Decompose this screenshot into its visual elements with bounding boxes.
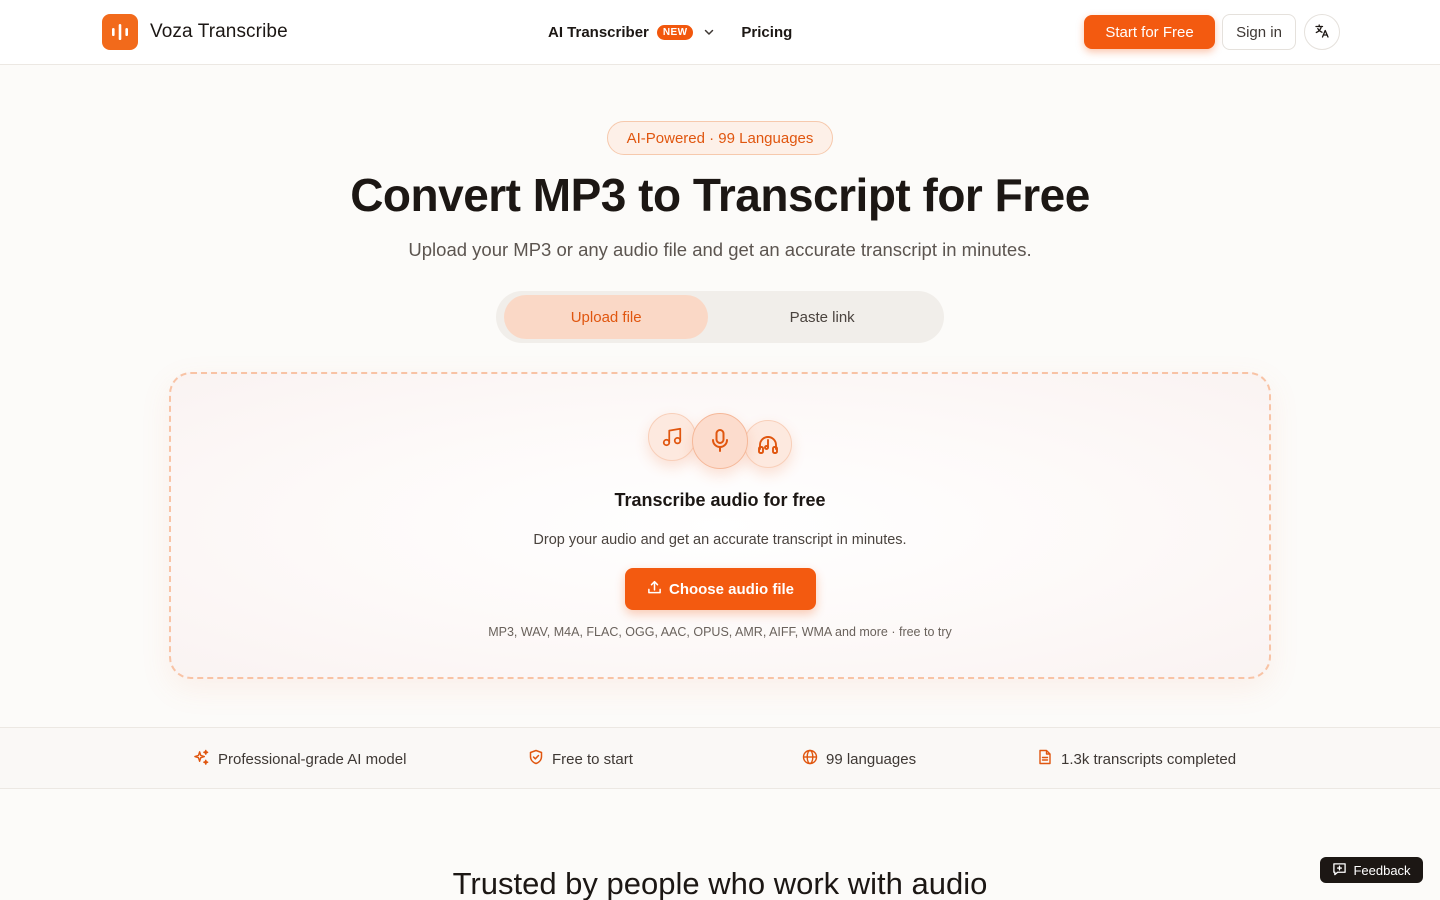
- feature-item: Professional-grade AI model: [193, 728, 406, 790]
- brand-logo[interactable]: Voza Transcribe: [102, 14, 288, 50]
- language-button[interactable]: [1304, 14, 1340, 50]
- input-mode-tabs: Upload file Paste link: [496, 291, 944, 343]
- trusted-heading: Trusted by people who work with audio: [452, 866, 988, 900]
- chat-bubble-icon: [1332, 862, 1347, 879]
- feature-label: Free to start: [552, 750, 633, 768]
- feature-label: 99 languages: [826, 750, 917, 768]
- site-header: Voza Transcribe AI Transcriber NEW Prici…: [0, 0, 1440, 65]
- feature-item: 99 languages: [802, 728, 916, 790]
- translate-icon: [1314, 23, 1330, 42]
- feature-item: 1.3k transcripts completed: [1037, 728, 1236, 790]
- choose-audio-file-label: Choose audio file: [668, 580, 794, 598]
- feedback-label: Feedback: [1353, 862, 1411, 878]
- features-strip: Professional-grade AI model Free to star…: [0, 727, 1440, 789]
- chevron-down-icon: [703, 26, 715, 38]
- sign-in-button[interactable]: Sign in: [1222, 14, 1296, 50]
- dropzone-subtitle: Drop your audio and get an accurate tran…: [533, 532, 907, 548]
- feature-label: Professional-grade AI model: [218, 750, 407, 768]
- waveform-logo-icon: [102, 14, 138, 50]
- tab-upload-file[interactable]: Upload file: [504, 295, 709, 339]
- sparkles-icon: [193, 749, 210, 770]
- choose-audio-file-button[interactable]: Choose audio file: [625, 568, 816, 610]
- nav-pricing[interactable]: Pricing: [741, 24, 792, 41]
- feature-item: Free to start: [528, 728, 633, 790]
- document-icon: [1037, 749, 1053, 769]
- brand-name: Voza Transcribe: [150, 21, 288, 42]
- upload-icon: [647, 580, 662, 599]
- feedback-button[interactable]: Feedback: [1320, 857, 1423, 883]
- microphone-icon: [692, 413, 748, 469]
- nav-ai-transcriber-label: AI Transcriber: [548, 23, 649, 41]
- hero-subtitle: Upload your MP3 or any audio file and ge…: [408, 239, 1032, 260]
- tab-paste-link[interactable]: Paste link: [708, 295, 936, 339]
- shield-check-icon: [528, 749, 544, 769]
- headphones-icon: [744, 420, 792, 468]
- supported-formats: MP3, WAV, M4A, FLAC, OGG, AAC, OPUS, AMR…: [488, 625, 952, 639]
- globe-icon: [802, 749, 818, 769]
- page-title: Convert MP3 to Transcript for Free: [350, 169, 1090, 221]
- start-for-free-button[interactable]: Start for Free: [1084, 15, 1215, 49]
- feature-label: 1.3k transcripts completed: [1061, 750, 1237, 768]
- dropzone-title: Transcribe audio for free: [614, 490, 826, 510]
- music-note-icon: [648, 413, 696, 461]
- new-badge: NEW: [656, 24, 694, 40]
- hero-badge: AI-Powered · 99 Languages: [607, 121, 833, 155]
- main-nav: AI Transcriber NEW Pricing: [548, 0, 792, 64]
- nav-ai-transcriber[interactable]: AI Transcriber NEW: [548, 24, 715, 41]
